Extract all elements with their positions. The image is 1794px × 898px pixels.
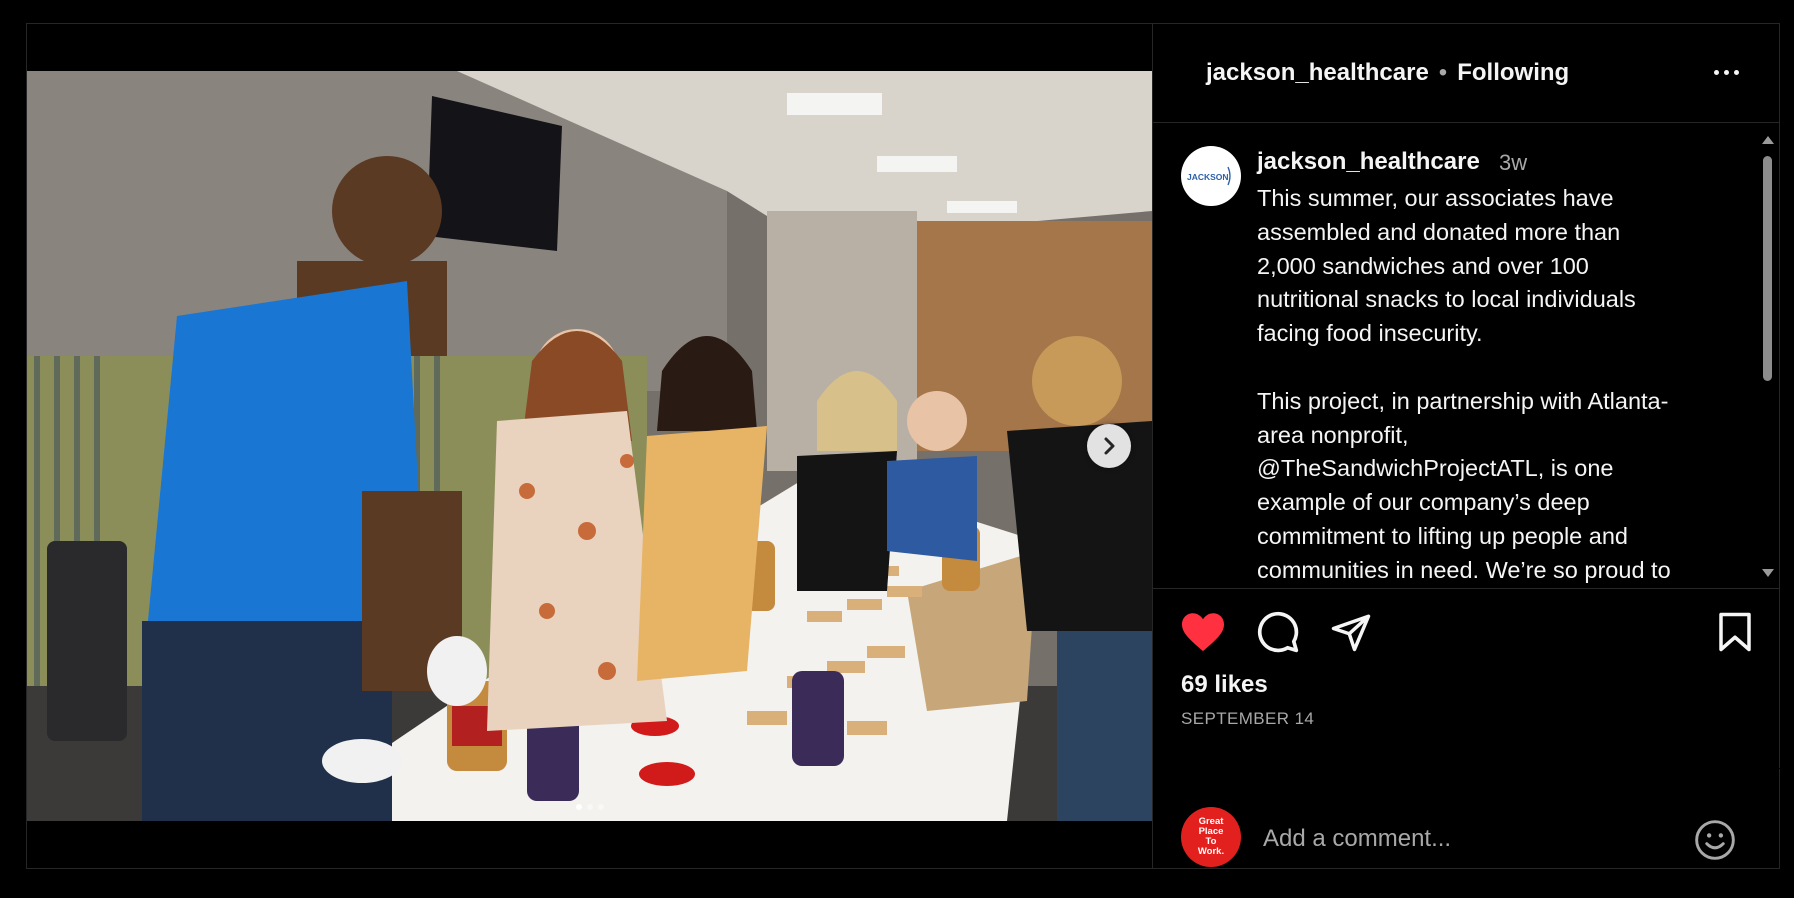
post-side-panel: jackson_healthcare • Following JACKSON j… [1152, 24, 1780, 868]
caption-username[interactable]: jackson_healthcare [1257, 148, 1480, 176]
comment-input[interactable] [1263, 819, 1663, 859]
post-caption: This summer, our associates have assembl… [1257, 185, 1671, 583]
save-button[interactable] [1711, 608, 1759, 656]
author-avatar[interactable]: JACKSON [1181, 146, 1241, 206]
following-button[interactable]: Following [1457, 59, 1569, 87]
carousel-dot [586, 804, 593, 810]
viewer-avatar[interactable]: Great Place To Work. [1181, 807, 1241, 867]
viewer-avatar-line: Work. [1197, 846, 1225, 857]
add-comment-bar: Great Place To Work. [1153, 768, 1780, 868]
scroll-thumb[interactable] [1763, 156, 1772, 381]
svg-text:JACKSON: JACKSON [1187, 172, 1229, 182]
scroll-down-arrow-icon[interactable] [1762, 569, 1774, 577]
jackson-logo: JACKSON [1187, 166, 1231, 186]
comment-bubble-icon [1257, 611, 1299, 653]
bookmark-icon [1719, 612, 1751, 652]
paper-plane-icon [1331, 614, 1371, 652]
likes-count[interactable]: 69 likes [1181, 671, 1268, 699]
chevron-right-icon [1104, 437, 1115, 455]
more-options-button[interactable] [1706, 60, 1746, 84]
more-horizontal-icon [1713, 69, 1719, 75]
header-username[interactable]: jackson_healthcare [1206, 59, 1429, 87]
post-actions [1153, 602, 1780, 660]
scroll-up-arrow-icon[interactable] [1762, 136, 1774, 144]
smiley-icon [1695, 820, 1735, 860]
emoji-button[interactable] [1693, 818, 1737, 862]
post-photo[interactable] [27, 71, 1152, 821]
carousel-dot [597, 804, 604, 810]
heart-icon [1182, 613, 1224, 652]
comment-button[interactable] [1254, 608, 1302, 656]
share-button[interactable] [1327, 608, 1375, 656]
post-timestamp[interactable]: 3w [1499, 150, 1527, 176]
post-media [27, 24, 1152, 868]
post-date[interactable]: SEPTEMBER 14 [1181, 709, 1314, 729]
carousel-indicator [27, 804, 1152, 810]
comments-scroll-area[interactable]: JACKSON jackson_healthcare 3w This summe… [1153, 124, 1780, 589]
post-modal: jackson_healthcare • Following JACKSON j… [26, 23, 1780, 869]
caption-scrollbar[interactable] [1760, 134, 1774, 579]
post-header: jackson_healthcare • Following [1153, 24, 1780, 123]
next-slide-button[interactable] [1087, 424, 1131, 468]
photo-illustration [27, 71, 1152, 821]
header-separator: • [1438, 59, 1448, 86]
like-button[interactable] [1179, 608, 1227, 656]
carousel-dot [575, 804, 582, 810]
